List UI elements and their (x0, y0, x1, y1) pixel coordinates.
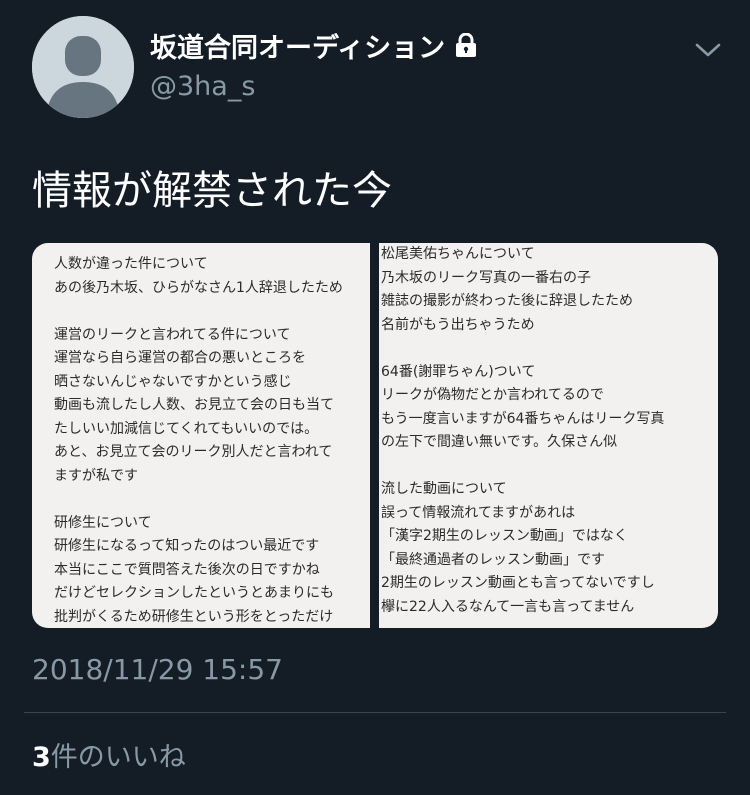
image-text-line: あと、お見立て会のリーク別人だと言われて (54, 444, 333, 460)
likes-count: 3 (32, 742, 51, 773)
image-text-line: 2期生のレッスン動画とも言ってないですし (381, 575, 655, 591)
tweet-timestamp: 2018/11/29 15:57 (32, 653, 283, 686)
image-text-line (381, 455, 718, 479)
image-text-lines-left: 人数が違った件についてあの後乃木坂、ひらがなさん1人辞退したため 運営のリークと言… (32, 243, 370, 628)
image-text-line: 運営なら自ら運営の都合の悪いところを (54, 350, 306, 366)
image-text-line (54, 300, 370, 324)
image-text-line: 乃木坂のリーク写真の一番右の子 (381, 269, 591, 286)
image-text-line: の左下で間違い無いです。久保さん似 (381, 434, 618, 450)
divider (24, 712, 726, 713)
image-text-line: 誤って情報流れてますがあれは (381, 504, 576, 521)
tweet-text: 情報が解禁された今 (32, 168, 392, 214)
likes-link[interactable]: 3件のいいね (32, 738, 186, 778)
display-name-row[interactable]: 坂道合同オーディション (150, 32, 477, 66)
image-text-line: あの後乃木坂、ひらがなさん1人辞退したため (54, 279, 343, 296)
image-text-line: 「漢字2期生のレッスン動画」ではなく (381, 528, 628, 544)
image-text-line: 64番(謝罪ちゃん)ついて (381, 363, 536, 380)
image-text-line: 批判がくるため研修生という形をとっただけ (54, 608, 334, 625)
image-text-line: だけどセレクションしたというとあまりにも (54, 585, 334, 601)
image-text-line: 名前がもう出ちゃうため (381, 316, 535, 333)
image-text-line: たしいい加減信じてくれてもいいのでは。 (54, 420, 319, 437)
image-text-line: 「最終通過者のレッスン動画」です (381, 551, 605, 568)
image-text-line: 研修生について (54, 514, 152, 531)
lock-icon (455, 32, 477, 66)
likes-label: 件のいいね (50, 742, 186, 773)
image-text-line: 本当にここで質問答えた後次の日ですかね (54, 561, 320, 578)
media-image-left[interactable]: 人数が違った件についてあの後乃木坂、ひらがなさん1人辞退したため 運営のリークと言… (32, 243, 370, 628)
media-image-right[interactable]: 松尾美佑ちゃんについて乃木坂のリーク写真の一番右の子雑誌の撮影が終わった後に辞退… (379, 243, 718, 628)
image-text-line: 人数が違った件について (54, 256, 208, 272)
tweet-detail-screen: 坂道合同オーディション @3ha_s 情報が解禁された今 人数が違った件について… (0, 0, 750, 795)
image-text-line: 晒さないんじゃないですかという感じ (54, 373, 292, 390)
tweet-media[interactable]: 人数が違った件についてあの後乃木坂、ひらがなさん1人辞退したため 運営のリークと言… (32, 243, 718, 628)
image-text-line: 流した動画について (381, 481, 507, 497)
user-handle[interactable]: @3ha_s (150, 70, 255, 104)
image-text-line: 運営のリークと言われてる件について (54, 326, 291, 343)
default-avatar-icon (32, 16, 134, 118)
image-text-lines-right: 松尾美佑ちゃんについて乃木坂のリーク写真の一番右の子雑誌の撮影が終わった後に辞退… (379, 243, 718, 619)
image-text-line: ますが私です (54, 467, 138, 484)
image-text-line: 動画も流したし人数、お見立て会の日も当て (54, 397, 334, 413)
image-text-line: もう一度言いますが64番ちゃんはリーク写真 (381, 410, 665, 427)
display-name: 坂道合同オーディション (150, 33, 446, 64)
image-text-line: 雑誌の撮影が終わった後に辞退したため (381, 293, 633, 309)
image-text-line: 欅に22人入るなんて一言も言ってません (381, 598, 635, 615)
image-text-line (381, 337, 718, 361)
image-text-line: 松尾美佑ちゃんについて (381, 246, 535, 262)
avatar[interactable] (32, 16, 134, 118)
image-text-line: リークが偽物だとか言われてるので (381, 387, 604, 403)
image-text-line (54, 488, 370, 512)
image-text-line: 研修生になるって知ったのはつい最近です (54, 538, 320, 554)
chevron-down-icon[interactable] (694, 40, 722, 64)
